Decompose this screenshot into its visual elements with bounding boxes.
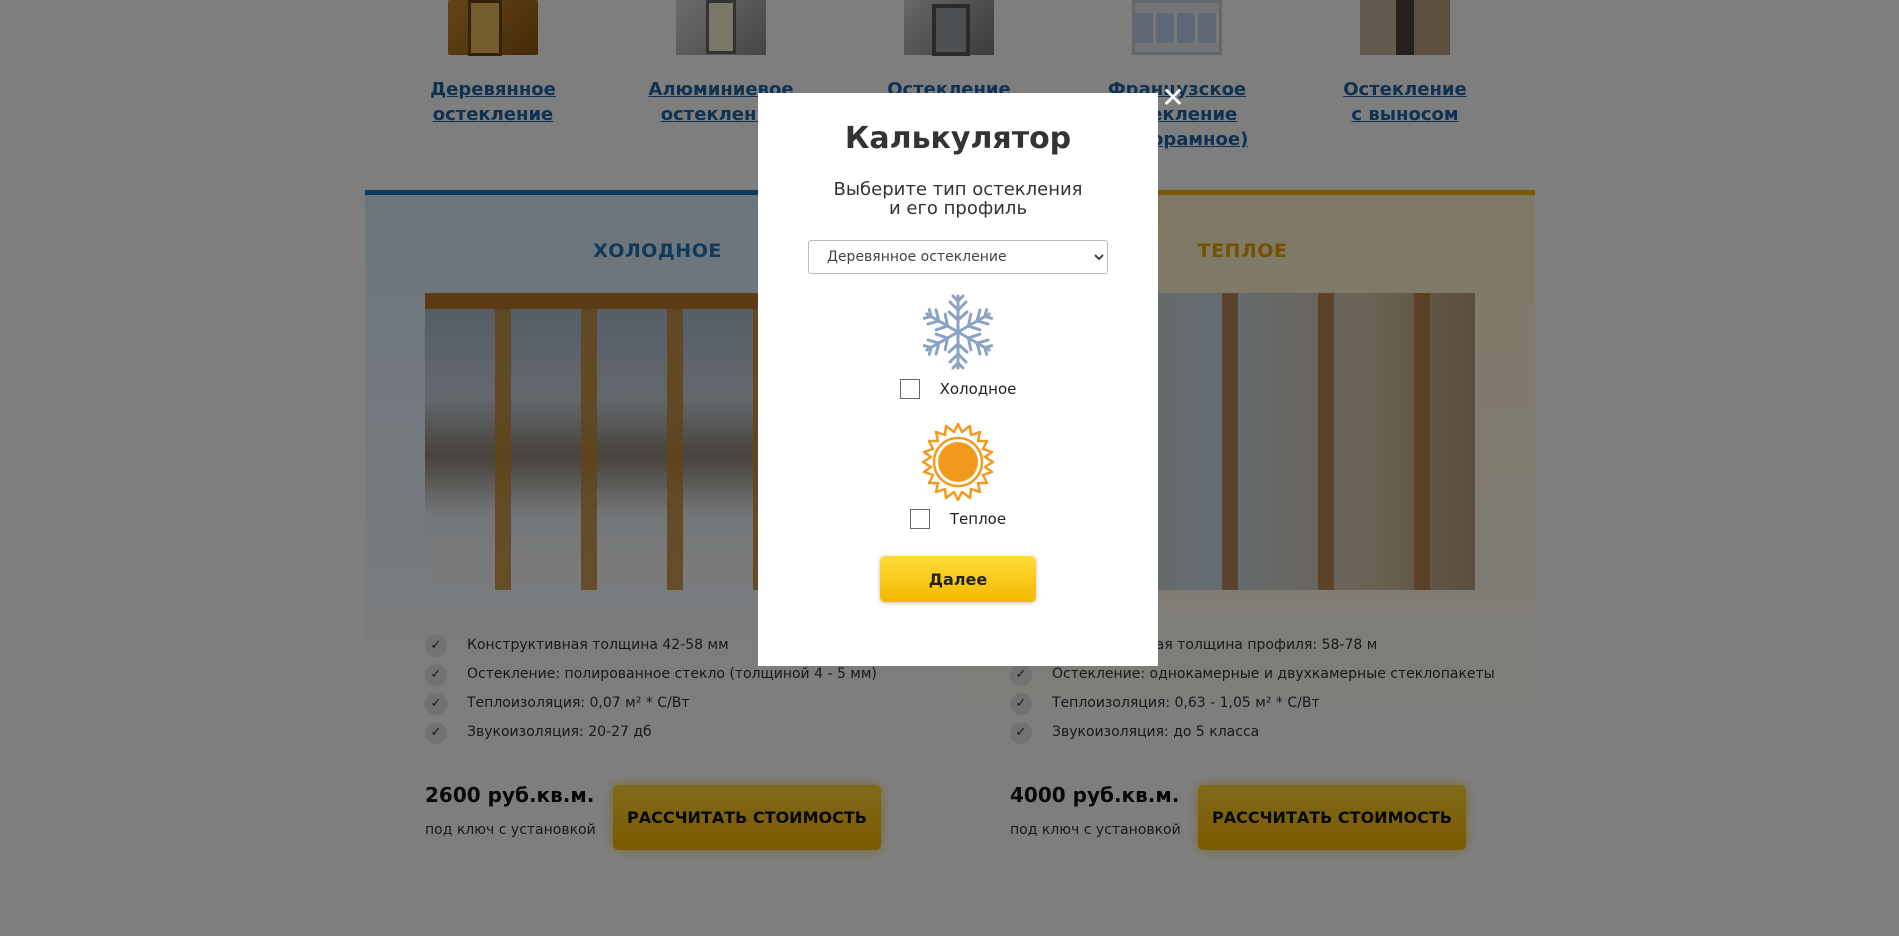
cold-checkbox[interactable] <box>899 379 920 399</box>
glazing-type-select[interactable]: Деревянное остекление <box>808 240 1108 274</box>
option-warm-row[interactable]: Теплое <box>758 504 1158 534</box>
close-icon[interactable]: ✕ <box>1158 83 1188 113</box>
option-cold-label: Холодное <box>939 380 1017 398</box>
snowflake-icon <box>918 292 998 372</box>
warm-checkbox[interactable] <box>909 509 930 529</box>
next-button[interactable]: Далее <box>880 556 1036 602</box>
modal-subtitle: Выберите тип остекления и его профиль <box>833 179 1083 219</box>
calculator-modal: ✕ Калькулятор Выберите тип остекления и … <box>758 83 1185 666</box>
option-warm-label: Теплое <box>949 510 1007 528</box>
sun-icon <box>918 422 998 502</box>
modal-title: Калькулятор <box>844 121 1072 156</box>
option-cold-row[interactable]: Холодное <box>758 374 1158 404</box>
